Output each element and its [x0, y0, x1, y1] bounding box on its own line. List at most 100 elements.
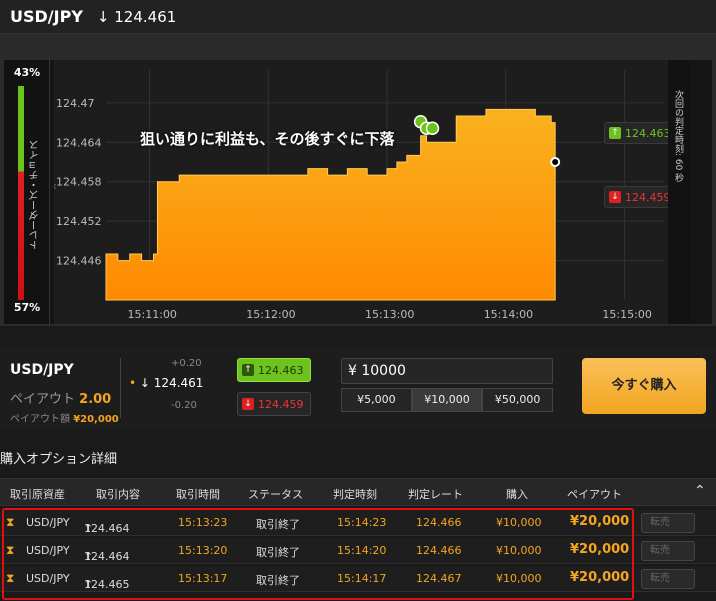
col-content: 取引内容	[96, 488, 140, 501]
chart-area: 43% トレーダーズ・チョイス 57% 124.446 124.452 124.45…	[0, 34, 716, 326]
next-expiry-panel: 次回の判定時刻: 60 秒	[668, 60, 690, 324]
row-asset: USD/JPY	[26, 572, 70, 585]
x-tick-label: 15:12:00	[246, 308, 295, 321]
row-rate: 124.466	[416, 516, 462, 529]
row-asset: USD/JPY	[26, 516, 70, 529]
row-content-value: 124.465	[84, 578, 130, 591]
asset-pair-title: USD/JPY	[10, 7, 83, 26]
down-price-tag: ↓ 124.459	[604, 186, 676, 208]
chart-panel: 43% トレーダーズ・チョイス 57% 124.446 124.452 124.45…	[4, 60, 712, 324]
gauge-up-percent: 43%	[13, 66, 41, 79]
collapse-icon[interactable]: ⌃	[694, 483, 706, 499]
low-price: 124.459	[258, 397, 304, 411]
table-row: ⧗ USD/JPY ↑ 124.464 15:13:20 取引終了 15:14:2…	[0, 538, 716, 564]
row-expiry: 15:14:23	[337, 516, 387, 529]
row-status: 取引終了	[256, 518, 300, 531]
x-tick-label: 15:11:00	[128, 308, 177, 321]
col-payout: ペイアウト	[567, 488, 622, 501]
down-arrow-icon: ↓	[609, 191, 621, 203]
down-arrow-icon: ↓	[242, 398, 254, 410]
spread-plus: +0.20	[171, 358, 202, 369]
row-purchase: ¥10,000	[496, 544, 542, 557]
amount-5000-button[interactable]: ¥5,000	[341, 388, 412, 412]
traders-choice-gauge: 43% トレーダーズ・チョイス 57%	[4, 60, 50, 324]
amount-50000-button[interactable]: ¥50,000	[482, 388, 554, 412]
col-time: 取引時間	[176, 488, 220, 501]
down-arrow-icon: ↓	[96, 7, 110, 26]
up-arrow-icon: ↑	[242, 364, 254, 376]
hourglass-icon: ⧗	[6, 571, 15, 585]
row-time: 15:13:20	[178, 544, 228, 557]
y-tick-label: 124.452	[56, 215, 102, 228]
up-price-tag-value: 124.463	[625, 126, 671, 140]
row-purchase: ¥10,000	[496, 516, 542, 529]
trade-asset-pair: USD/JPY	[10, 362, 74, 378]
mid-price-value: 124.461	[153, 376, 204, 390]
row-rate: 124.467	[416, 572, 462, 585]
row-content-value: 124.464	[84, 550, 130, 563]
resell-button[interactable]: 転売	[641, 569, 695, 589]
amount-10000-button[interactable]: ¥10,000	[411, 388, 483, 412]
chevron-left-icon[interactable]: ‹	[54, 179, 57, 193]
high-price: 124.463	[258, 363, 304, 377]
details-title: 購入オプション詳細	[0, 452, 118, 467]
trade-panel: USD/JPY ペイアウト 2.00 ペイアウト額 ¥20,000 +0.20 …	[0, 346, 716, 430]
payout-rate: ペイアウト 2.00	[10, 388, 111, 407]
payout-amount-label: ペイアウト額	[10, 414, 70, 425]
row-expiry: 15:14:17	[337, 572, 387, 585]
payout-value: 2.00	[79, 392, 112, 407]
table-row: ⧗ USD/JPY ↑ 124.464 15:13:23 取引終了 15:14:2…	[0, 510, 716, 536]
row-payout: ¥20,000	[570, 514, 630, 529]
row-status: 取引終了	[256, 574, 300, 587]
row-payout: ¥20,000	[570, 542, 630, 557]
amount-input[interactable]: ¥ 10000	[341, 358, 553, 384]
high-button[interactable]: ↑ 124.463	[237, 358, 311, 382]
y-tick-label: 124.458	[56, 176, 102, 189]
up-arrow-icon: ↑	[609, 127, 621, 139]
col-asset: 取引原資産	[10, 488, 65, 501]
row-rate: 124.466	[416, 544, 462, 557]
buy-now-button[interactable]: 今すぐ購入	[582, 358, 706, 414]
resell-button[interactable]: 転売	[641, 541, 695, 561]
hourglass-icon: ⧗	[6, 515, 15, 529]
row-time: 15:13:23	[178, 516, 228, 529]
table-row: ⧗ USD/JPY ↑ 124.465 15:13:17 取引終了 15:14:1…	[0, 566, 716, 592]
gauge-down-percent: 57%	[13, 301, 41, 314]
x-tick-label: 15:13:00	[365, 308, 414, 321]
col-rate: 判定レート	[408, 488, 463, 501]
low-button[interactable]: ↓ 124.459	[237, 392, 311, 416]
payout-label: ペイアウト	[10, 392, 76, 407]
price-chart[interactable]: 124.446 124.452 124.458 124.464 124.47 15:11:…	[54, 60, 690, 324]
y-tick-label: 124.47	[56, 97, 95, 110]
current-price-point	[550, 157, 561, 167]
trade-entry-marker[interactable]	[425, 121, 440, 136]
gauge-bar	[18, 86, 24, 300]
payout-amount-value: ¥20,000	[73, 414, 119, 425]
x-tick-label: 15:14:00	[484, 308, 533, 321]
x-tick-label: 15:15:00	[602, 308, 651, 321]
details-table-header: 取引原資産 取引内容 取引時間 ステータス 判定時刻 判定レート 購入 ペイアウ…	[0, 478, 716, 506]
current-price: ↓ 124.461	[97, 8, 176, 26]
mid-price: • ↓ 124.461	[129, 376, 203, 390]
top-bar: USD/JPY ↓ 124.461	[0, 0, 716, 34]
row-payout: ¥20,000	[570, 570, 630, 585]
row-status: 取引終了	[256, 546, 300, 559]
payout-amount: ペイアウト額 ¥20,000	[10, 410, 119, 425]
bullet-icon: •	[129, 376, 137, 390]
hourglass-icon: ⧗	[6, 543, 15, 557]
gauge-label: トレーダーズ・チョイス	[30, 140, 41, 250]
col-purchase: 購入	[506, 488, 528, 501]
spread-minus: -0.20	[171, 400, 197, 411]
current-price-value: 124.461	[114, 7, 177, 26]
next-expiry-label: 次回の判定時刻: 60 秒	[673, 90, 683, 183]
resell-button[interactable]: 転売	[641, 513, 695, 533]
chart-annotation: 狙い通りに利益も、その後すぐに下落	[140, 130, 395, 148]
row-expiry: 15:14:20	[337, 544, 387, 557]
y-tick-label: 124.446	[56, 255, 102, 268]
up-price-tag: ↑ 124.463	[604, 122, 676, 144]
row-asset: USD/JPY	[26, 544, 70, 557]
spread-indicator: +0.20 • ↓ 124.461 -0.20	[120, 358, 220, 418]
y-tick-label: 124.464	[56, 136, 102, 149]
down-arrow-icon: ↓	[139, 376, 150, 390]
amount-presets: ¥5,000 ¥10,000 ¥50,000	[341, 388, 554, 412]
